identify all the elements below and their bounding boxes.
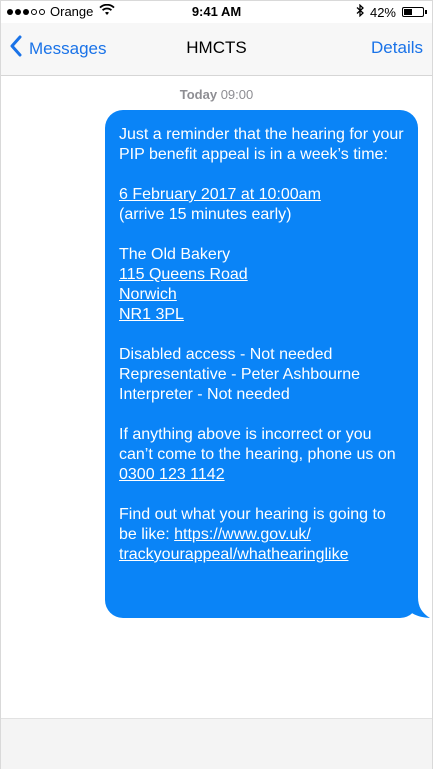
message-intro: Just a reminder that the hearing for you…: [119, 126, 404, 163]
message-bubble[interactable]: Just a reminder that the hearing for you…: [105, 110, 418, 618]
gov-uk-link-continued[interactable]: trackyourappeal/whathearinglike: [119, 546, 348, 563]
address-line2-link[interactable]: Norwich: [119, 286, 177, 303]
battery-percent: 42%: [369, 4, 396, 20]
interpreter-line: Interpreter - Not needed: [119, 386, 290, 403]
gov-uk-link[interactable]: https://www.gov.uk/: [174, 526, 311, 543]
contact-paragraph: If anything above is incorrect or you ca…: [119, 425, 404, 485]
access-line: Disabled access - Not needed: [119, 346, 333, 363]
contact-text: If anything above is incorrect or you ca…: [119, 426, 396, 463]
status-right: 42%: [356, 3, 427, 20]
venue-name: The Old Bakery: [119, 246, 231, 263]
find-out-paragraph: Find out what your hearing is going to b…: [119, 505, 404, 565]
venue-address: The Old Bakery 115 Queens Road Norwich N…: [119, 245, 404, 325]
message-input-area[interactable]: [1, 718, 432, 769]
address-line1-link[interactable]: 115 Queens Road: [119, 266, 248, 283]
conversation-title: HMCTS: [186, 38, 247, 57]
hearing-details: 6 February 2017 at 10:00am (arrive 15 mi…: [119, 185, 404, 225]
hearing-requirements: Disabled access - Not needed Representat…: [119, 345, 404, 405]
hearing-date-link[interactable]: 6 February 2017 at 10:00am: [119, 186, 321, 203]
timestamp-time: 09:00: [220, 87, 254, 102]
timestamp-day: Today: [179, 87, 218, 102]
battery-icon: [402, 7, 427, 17]
arrive-note: (arrive 15 minutes early): [119, 206, 292, 223]
status-bar: Orange 9:41 AM 42%: [1, 1, 432, 23]
bluetooth-icon: [356, 3, 364, 20]
representative-line: Representative - Peter Ashbourne: [119, 366, 361, 383]
bubble-tail: [406, 597, 430, 618]
postcode-link[interactable]: NR1 3PL: [119, 306, 184, 323]
phone-link[interactable]: 0300 123 1142: [119, 466, 225, 483]
navigation-bar: Messages HMCTS Details: [1, 23, 432, 76]
details-button[interactable]: Details: [371, 38, 423, 58]
message-timestamp: Today 09:00: [1, 87, 432, 102]
